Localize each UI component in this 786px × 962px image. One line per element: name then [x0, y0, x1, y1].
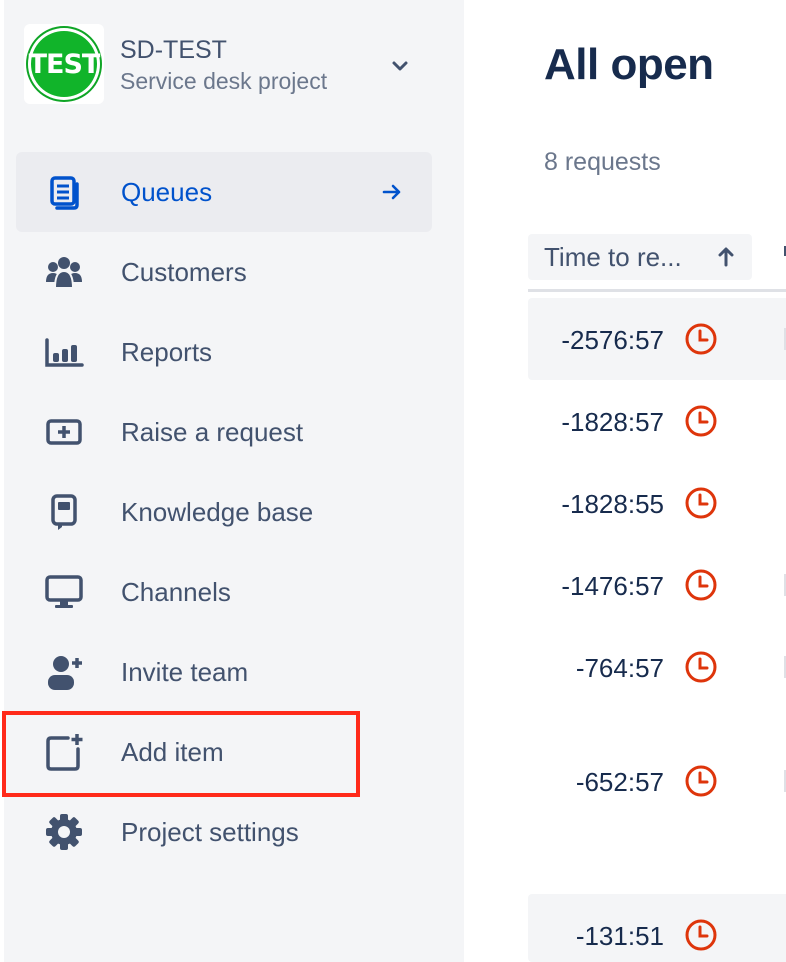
- time-to-resolution-value: -652:57: [575, 767, 664, 797]
- clock-icon: [685, 651, 717, 683]
- sidebar-item-knowledge-base[interactable]: Knowledge base: [16, 472, 432, 552]
- sort-ascending-icon[interactable]: [714, 245, 738, 269]
- column-header-label: Time to re...: [544, 241, 682, 272]
- clock-icon: [685, 405, 717, 437]
- table-row[interactable]: -2576:57: [528, 298, 786, 380]
- sidebar-item-label: Add item: [121, 736, 224, 767]
- request-count: 8 requests: [544, 148, 661, 176]
- table-row[interactable]: -1828:57: [528, 380, 786, 462]
- sidebar-item-project-settings[interactable]: Project settings: [16, 792, 432, 872]
- gear-icon: [44, 812, 84, 852]
- sidebar-item-invite-team[interactable]: Invite team: [16, 632, 432, 712]
- column-divider: [528, 289, 786, 292]
- sidebar-item-label: Invite team: [121, 656, 249, 687]
- table-row[interactable]: -131:51: [528, 894, 786, 962]
- reports-icon: [44, 332, 84, 372]
- table-row[interactable]: -652:57: [528, 708, 786, 858]
- table-row[interactable]: -1828:55: [528, 462, 786, 544]
- raise-request-icon: [44, 412, 84, 452]
- project-avatar-text: TEST: [28, 48, 101, 80]
- clock-icon: [685, 569, 717, 601]
- time-to-resolution-value: -1828:55: [561, 489, 664, 519]
- sidebar-item-label: Reports: [121, 336, 213, 367]
- project-avatar: TEST: [24, 24, 104, 104]
- table-row[interactable]: -1476:57: [528, 544, 786, 626]
- time-to-resolution-value: -2576:57: [561, 325, 664, 355]
- sidebar-item-label: Project settings: [121, 816, 299, 847]
- time-to-resolution-value: -764:57: [575, 653, 664, 683]
- sidebar-item-queues[interactable]: Queues: [16, 152, 432, 232]
- clock-icon: [685, 487, 717, 519]
- clock-icon: [685, 919, 717, 951]
- sidebar-item-reports[interactable]: Reports: [16, 312, 432, 392]
- time-to-resolution-value: -1476:57: [561, 571, 664, 601]
- sidebar-item-raise-request[interactable]: Raise a request: [16, 392, 432, 472]
- chevron-down-icon[interactable]: [388, 54, 412, 78]
- channels-icon: [44, 572, 84, 612]
- sidebar-item-label: Queues: [121, 176, 213, 207]
- project-name: SD-TEST: [120, 36, 227, 64]
- table-row[interactable]: -764:57: [528, 626, 786, 708]
- project-header[interactable]: TEST SD-TEST Service desk project: [24, 24, 444, 104]
- column-header-time-to-resolution[interactable]: Time to re...: [528, 234, 752, 280]
- sidebar-item-add-item[interactable]: Add item: [16, 712, 432, 792]
- sidebar-item-label: Raise a request: [121, 416, 304, 447]
- queues-icon: [44, 172, 84, 212]
- sidebar-item-channels[interactable]: Channels: [16, 552, 432, 632]
- sidebar-item-label: Channels: [121, 576, 231, 607]
- sidebar-nav: Queues Customers Reports Raise a request…: [16, 152, 432, 872]
- add-item-icon: [44, 732, 84, 772]
- invite-team-icon: [44, 652, 84, 692]
- sidebar-item-label: Customers: [121, 256, 247, 287]
- project-avatar-badge: TEST: [28, 28, 100, 100]
- arrow-right-icon: [382, 184, 401, 200]
- project-type: Service desk project: [120, 68, 328, 94]
- main-content: All open 8 requests Time to re... -2576:…: [464, 0, 786, 962]
- sidebar-item-label: Knowledge base: [121, 496, 314, 527]
- clock-icon: [685, 765, 717, 797]
- time-to-resolution-value: -1828:57: [561, 407, 664, 437]
- knowledge-base-icon: [44, 492, 84, 532]
- sidebar: TEST SD-TEST Service desk project Queues: [4, 0, 464, 962]
- sidebar-item-customers[interactable]: Customers: [16, 232, 432, 312]
- clock-icon: [685, 323, 717, 355]
- page-title: All open: [544, 40, 714, 89]
- time-to-resolution-value: -131:51: [575, 921, 664, 951]
- customers-icon: [44, 252, 84, 292]
